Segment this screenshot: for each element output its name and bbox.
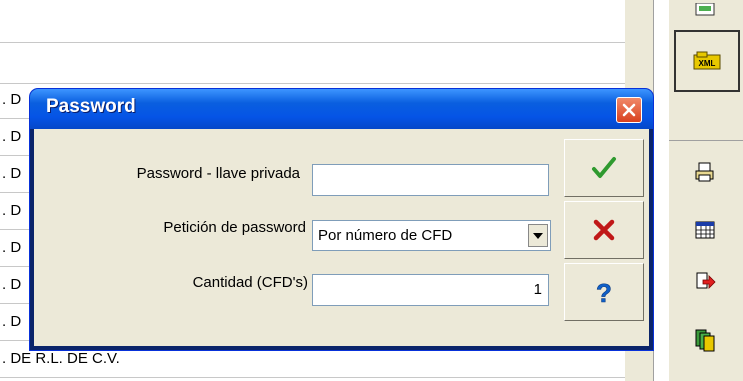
grid-cell-last: . DE R.L. DE C.V. [2,350,120,367]
password-input[interactable] [312,164,549,196]
dialog-body: Password - llave privada Petición de pas… [34,129,649,346]
calendar-icon [695,221,715,239]
copy-button[interactable] [674,318,736,362]
password-label: Password - llave privada [136,165,300,182]
svg-text:XML: XML [699,59,716,68]
help-button[interactable]: ? [564,263,644,321]
grid-cell: . D [2,165,22,182]
grid-cell: . D [2,128,22,145]
dialog-titlebar[interactable]: Password [30,89,653,129]
grid-line [0,42,625,43]
quantity-label: Cantidad (CFD's) [192,274,308,291]
grid-cell: . D [2,202,22,219]
close-icon [622,103,636,117]
request-select-value: Por número de CFD [318,227,453,244]
grid-line [0,83,625,84]
svg-text:?: ? [596,279,612,305]
grid-line [0,377,625,378]
grid-cell: . D [2,276,22,293]
accept-button[interactable] [564,139,644,197]
toolbar-separator [669,140,743,141]
question-icon: ? [596,279,612,305]
checkmark-icon [592,157,616,178]
close-button[interactable] [616,97,642,123]
cross-icon [593,219,615,241]
quantity-input[interactable]: 1 [312,274,549,306]
print-button[interactable] [674,152,736,192]
dropdown-arrow-button[interactable] [528,224,548,247]
right-toolbar: XML [668,0,743,381]
request-label: Petición de password [163,219,306,236]
calendar-button[interactable] [674,210,736,250]
grid-cell: . D [2,91,22,108]
grid-cell: . D [2,239,22,256]
password-dialog: Password Password - llave privada Petici… [30,89,653,350]
doc-icon-partial[interactable] [674,0,736,22]
export-button[interactable] [674,262,736,302]
xml-icon: XML [693,51,721,70]
action-button-panel: ? [564,139,644,321]
chevron-down-icon [533,232,543,239]
copy-icon [695,329,715,352]
cancel-button[interactable] [564,201,644,259]
xml-button[interactable]: XML [674,30,740,92]
request-select[interactable]: Por número de CFD [312,220,551,251]
export-icon [696,272,716,289]
grid-cell: . D [2,313,22,330]
dialog-title: Password [46,96,136,117]
print-icon [695,162,714,182]
